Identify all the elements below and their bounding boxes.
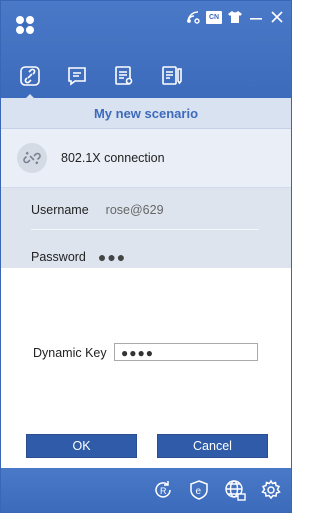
dynamic-key-label: Dynamic Key bbox=[33, 346, 107, 360]
credentials-panel: Username rose@629 Password ●●● bbox=[1, 188, 291, 268]
settings-gear-icon[interactable] bbox=[259, 478, 283, 502]
list-icon bbox=[114, 66, 132, 85]
e-shield-icon[interactable]: e bbox=[187, 478, 211, 502]
refresh-r-icon[interactable]: R bbox=[151, 478, 175, 502]
connection-label: 802.1X connection bbox=[61, 151, 165, 165]
footer-icons: R e bbox=[151, 478, 283, 502]
language-badge: CN bbox=[206, 10, 222, 24]
svg-text:e: e bbox=[196, 486, 202, 497]
tab-list[interactable] bbox=[100, 61, 147, 91]
broken-link-icon bbox=[17, 143, 47, 173]
language-cn-icon[interactable]: CN bbox=[206, 9, 222, 25]
ok-button[interactable]: OK bbox=[26, 434, 137, 458]
footer-bar: R e bbox=[1, 468, 291, 512]
tab-notes[interactable] bbox=[147, 61, 194, 91]
dynamic-key-input[interactable]: ●●●● bbox=[114, 343, 258, 361]
username-value: rose@629 bbox=[105, 203, 164, 217]
app-logo-icon bbox=[16, 16, 34, 34]
password-label: Password bbox=[31, 250, 86, 264]
cancel-button[interactable]: Cancel bbox=[157, 434, 268, 458]
minimize-icon[interactable] bbox=[248, 9, 264, 25]
app-window: CN My new scenario 802.1X connection Use… bbox=[0, 0, 292, 513]
notes-icon bbox=[161, 66, 182, 85]
connection-icon bbox=[19, 66, 40, 86]
username-row: Username rose@629 bbox=[31, 191, 259, 230]
globe-network-icon[interactable] bbox=[223, 478, 247, 502]
title-bar: CN bbox=[1, 1, 291, 99]
password-value: ●●● bbox=[97, 249, 127, 265]
tab-connection[interactable] bbox=[6, 61, 53, 99]
scenario-header: My new scenario bbox=[1, 98, 291, 129]
scenario-title: My new scenario bbox=[93, 105, 199, 121]
wifi-settings-icon[interactable] bbox=[185, 9, 201, 25]
shirt-skin-icon[interactable] bbox=[227, 9, 243, 25]
username-label: Username bbox=[31, 203, 89, 217]
window-controls: CN bbox=[185, 9, 285, 25]
main-tabs bbox=[1, 61, 194, 99]
connection-row[interactable]: 802.1X connection bbox=[1, 129, 291, 188]
dynamic-key-dialog: Dynamic Key ●●●● OK Cancel bbox=[1, 268, 291, 468]
svg-text:R: R bbox=[160, 486, 167, 496]
tab-messages[interactable] bbox=[53, 61, 100, 91]
message-icon bbox=[67, 67, 86, 86]
close-icon[interactable] bbox=[269, 9, 285, 25]
